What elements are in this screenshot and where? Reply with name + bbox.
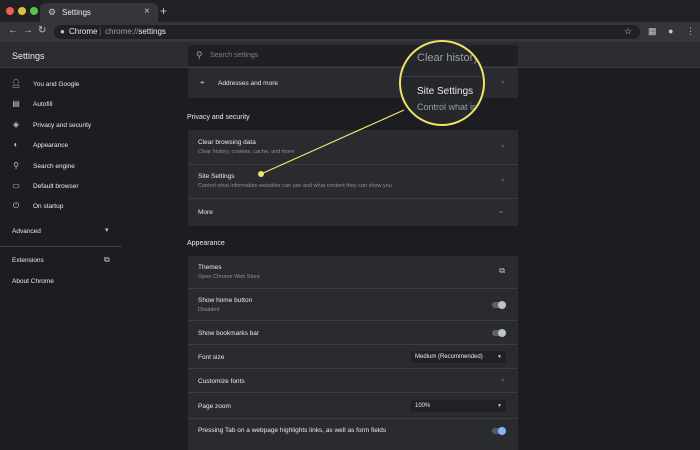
bookmark-star-icon[interactable]: ☆ — [624, 26, 632, 37]
tab-title: Settings — [62, 8, 91, 17]
settings-header: Settings ⚲ Search settings — [0, 42, 700, 68]
home-button-row: Show home button Disabled — [188, 288, 518, 320]
search-placeholder: Search settings — [210, 52, 259, 59]
page-zoom-select[interactable]: 100% ▼ — [411, 400, 506, 412]
address-bar[interactable]: ● Chrome | chrome://settings ☆ — [54, 25, 640, 39]
themes-title: Themes — [198, 264, 222, 271]
chevron-down-icon: ▼ — [497, 354, 502, 360]
callout-dot — [258, 171, 264, 177]
forward-arrow-icon[interactable]: → — [23, 25, 33, 36]
magnifier-callout: Clear history Site Settings Control what… — [399, 40, 485, 126]
chrome-icon: ● — [60, 27, 65, 36]
themes-subtitle: Open Chrome Web Store — [198, 274, 260, 280]
site-chip: Chrome — [69, 27, 98, 36]
reload-icon[interactable]: ↻ — [38, 25, 46, 36]
clear-browsing-row[interactable]: Clear browsing data Clear history, cooki… — [188, 130, 518, 164]
font-size-value: Medium (Recommended) — [415, 354, 483, 360]
tab-settings[interactable]: ⚙ Settings × — [40, 3, 158, 22]
font-size-row: Font size Medium (Recommended) ▼ — [188, 344, 518, 368]
page-zoom-value: 100% — [415, 403, 431, 409]
appearance-card: Themes Open Chrome Web Store ⧉ Show home… — [188, 256, 518, 450]
bookmarks-bar-row: Show bookmarks bar — [188, 320, 518, 344]
new-tab-button[interactable]: + — [160, 4, 167, 18]
customize-fonts-title: Customize fonts — [198, 378, 245, 385]
page-zoom-title: Page zoom — [198, 403, 231, 410]
chevron-down-icon: ⌄ — [498, 208, 504, 215]
close-window-button[interactable] — [6, 7, 14, 15]
privacy-section-title: Privacy and security — [187, 114, 250, 121]
title-bar: ⚙ Settings × + — [0, 0, 700, 22]
chevron-down-icon: ▼ — [497, 403, 502, 409]
privacy-more-row[interactable]: More ⌄ — [188, 198, 518, 226]
site-settings-title: Site Settings — [198, 173, 235, 180]
extension-icon[interactable]: ▦ — [648, 26, 657, 37]
font-size-title: Font size — [198, 354, 225, 361]
bookmarks-bar-title: Show bookmarks bar — [198, 330, 260, 337]
site-settings-row[interactable]: Site Settings Control what information w… — [188, 164, 518, 198]
gear-icon: ⚙ — [48, 7, 57, 17]
minimize-window-button[interactable] — [18, 7, 26, 15]
customize-fonts-row[interactable]: Customize fonts › — [188, 368, 518, 392]
page-title: Settings — [12, 51, 45, 61]
clear-browsing-subtitle: Clear history, cookies, cache, and more — [198, 149, 295, 155]
font-size-select[interactable]: Medium (Recommended) ▼ — [411, 351, 506, 363]
main-content: ⌖ Addresses and more › Privacy and secur… — [0, 68, 700, 450]
site-settings-subtitle: Control what information websites can us… — [198, 183, 392, 189]
page-zoom-row: Page zoom 100% ▼ — [188, 392, 518, 418]
browser-toolbar: ← → ↻ ● Chrome | chrome://settings ☆ ▦ ●… — [0, 22, 700, 42]
arrow-right-icon: › — [501, 377, 504, 384]
tab-highlight-title: Pressing Tab on a webpage highlights lin… — [198, 427, 387, 434]
close-icon[interactable]: × — [144, 6, 150, 17]
tab-highlight-row: Pressing Tab on a webpage highlights lin… — [188, 418, 518, 450]
more-label: More — [198, 209, 213, 216]
search-icon: ⚲ — [196, 50, 203, 60]
arrow-right-icon: › — [501, 143, 504, 150]
clear-browsing-title: Clear browsing data — [198, 139, 256, 146]
home-button-toggle[interactable] — [492, 301, 506, 309]
addresses-label: Addresses and more — [218, 80, 278, 87]
home-button-subtitle: Disabled — [198, 307, 220, 313]
magnifier-title: Site Settings — [417, 86, 474, 97]
location-pin-icon: ⌖ — [200, 78, 205, 87]
back-arrow-icon[interactable]: ← — [8, 25, 18, 36]
magnifier-subtitle: Control what inf — [417, 102, 480, 112]
bookmarks-bar-toggle[interactable] — [492, 329, 506, 337]
home-button-title: Show home button — [198, 297, 253, 304]
menu-icon[interactable]: ⋮ — [686, 26, 695, 37]
magnifier-divider — [401, 76, 483, 77]
privacy-card: Clear browsing data Clear history, cooki… — [188, 130, 518, 226]
url-text[interactable]: chrome://settings — [105, 27, 166, 36]
appearance-section-title: Appearance — [187, 240, 225, 247]
themes-row[interactable]: Themes Open Chrome Web Store ⧉ — [188, 256, 518, 288]
profile-icon[interactable]: ● — [668, 26, 673, 36]
external-link-icon[interactable]: ⧉ — [499, 266, 505, 276]
arrow-right-icon: › — [501, 177, 504, 184]
tab-highlight-toggle[interactable] — [492, 427, 506, 435]
separator: | — [99, 26, 102, 36]
maximize-window-button[interactable] — [30, 7, 38, 15]
arrow-right-icon: › — [501, 79, 504, 86]
magnifier-top-text: Clear history — [417, 52, 479, 64]
